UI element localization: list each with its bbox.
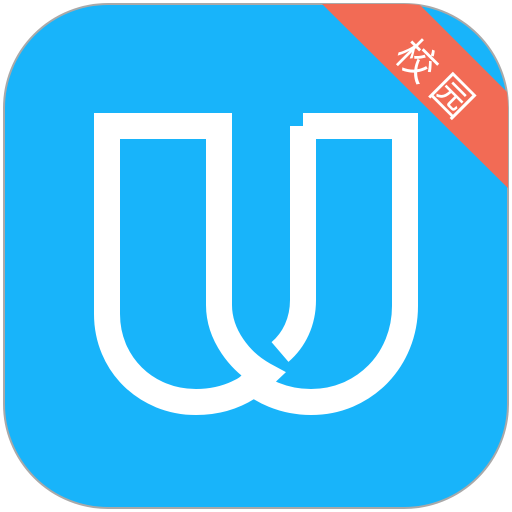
app-icon[interactable]: 校园: [0, 0, 512, 512]
app-icon-stage: 校园: [0, 0, 512, 512]
